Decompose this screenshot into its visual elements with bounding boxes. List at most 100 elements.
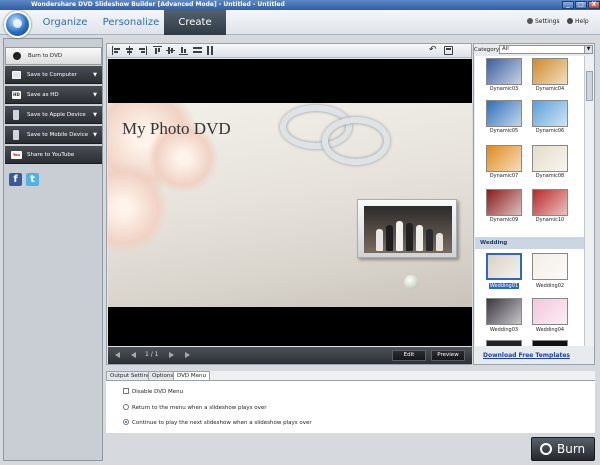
category-header-wedding: Wedding (475, 237, 584, 249)
template-thumb[interactable] (486, 100, 522, 127)
template-label: Dynamic04 (535, 86, 565, 92)
template-label: Wedding02 (535, 283, 565, 289)
ring-icon (322, 117, 390, 165)
template-label: Wedding03 (489, 327, 519, 333)
play-orb-icon[interactable] (404, 275, 418, 289)
maximize-button[interactable]: □ (575, 1, 587, 9)
output-sidebar: Burn to DVD Save to Computer ▼ HD Save a… (3, 38, 103, 461)
window-title: Wondershare DVD Slideshow Builder [Advan… (31, 1, 285, 8)
template-thumb[interactable] (486, 145, 522, 172)
sidebar-item-share-to-youtube[interactable]: You Share to YouTube (5, 146, 102, 164)
help-icon (567, 18, 573, 24)
save-icon[interactable] (444, 46, 453, 55)
chevron-down-icon: ▼ (93, 112, 97, 118)
prev-page-icon[interactable] (131, 352, 136, 358)
dvd-menu-title[interactable]: My Photo DVD (122, 119, 231, 139)
minimize-button[interactable]: _ (562, 1, 574, 9)
app-logo-icon (4, 11, 31, 38)
align-bottom-icon[interactable] (179, 46, 188, 55)
disable-menu-checkbox[interactable] (123, 388, 129, 394)
burn-label: Burn (557, 442, 586, 456)
preview-button[interactable]: Preview (431, 350, 465, 361)
template-thumb[interactable] (486, 298, 522, 325)
sidebar-item-label: Save to Computer (27, 72, 77, 78)
chevron-down-icon: ▼ (584, 46, 592, 53)
align-middle-icon[interactable] (166, 46, 175, 55)
disable-menu-option[interactable]: Disable DVD Menu (123, 388, 183, 395)
dvd-menu-options: Disable DVD Menu Return to the menu when… (106, 380, 595, 433)
hd-icon: HD (12, 91, 21, 99)
chevron-down-icon: ▼ (93, 92, 97, 98)
chevron-down-icon: ▼ (93, 72, 97, 78)
burn-button[interactable]: Burn (531, 437, 595, 461)
return-menu-option[interactable]: Return to the menu when a slideshow play… (123, 404, 267, 411)
sidebar-item-label: Share to YouTube (27, 152, 75, 158)
chevron-down-icon: ▼ (93, 132, 97, 138)
close-button[interactable]: X (588, 1, 600, 9)
template-thumb[interactable] (532, 100, 568, 127)
gallery-scrollbar[interactable] (584, 56, 594, 346)
category-select[interactable]: All ▼ (499, 45, 593, 54)
scrollbar-thumb[interactable] (586, 71, 593, 101)
template-label: Wedding04 (535, 327, 565, 333)
twitter-icon[interactable]: t (26, 173, 39, 186)
template-label: Wedding01 (488, 283, 520, 289)
sidebar-item-save-to-mobile-device[interactable]: Save to Mobile Device ▼ (5, 126, 102, 144)
sidebar-item-label: Burn to DVD (28, 53, 63, 59)
continue-play-option[interactable]: Continue to play the next slideshow when… (123, 419, 312, 426)
ipod-icon (13, 110, 19, 120)
option-label: Return to the menu when a slideshow play… (132, 405, 267, 411)
template-thumb[interactable] (486, 340, 522, 346)
help-button[interactable]: Help (567, 18, 589, 25)
disc-icon (13, 52, 21, 60)
photo-thumbnail-frame[interactable] (357, 199, 457, 258)
next-page-icon[interactable] (169, 352, 174, 358)
sidebar-item-label: Save to Mobile Device (27, 132, 89, 138)
sidebar-item-burn-to-dvd[interactable]: Burn to DVD (5, 47, 102, 65)
template-thumb[interactable] (532, 189, 568, 216)
align-top-icon[interactable] (153, 46, 162, 55)
template-thumb[interactable] (532, 340, 568, 346)
return-menu-radio[interactable] (123, 404, 129, 410)
first-page-icon[interactable] (115, 352, 120, 358)
settings-label: Settings (535, 18, 560, 25)
playback-bar: 1 / 1 Edit Preview (108, 347, 472, 364)
sidebar-item-save-to-computer[interactable]: Save to Computer ▼ (5, 66, 102, 84)
group-photo (364, 206, 452, 253)
last-page-icon[interactable] (185, 352, 190, 358)
sidebar-item-save-to-apple-device[interactable]: Save to Apple Device ▼ (5, 106, 102, 124)
settings-button[interactable]: Settings (527, 18, 560, 25)
template-gallery: Dynamic03 Dynamic04 Dynamic05 Dynamic06 … (475, 56, 584, 346)
edit-button[interactable]: Edit (392, 350, 426, 361)
template-thumb[interactable] (532, 298, 568, 325)
category-value: All (502, 46, 509, 52)
distribute-horizontal-icon[interactable] (193, 46, 202, 55)
settings-panel: Output Settings Options DVD Menu Disable… (106, 371, 595, 433)
template-label: Dynamic09 (489, 217, 519, 223)
tab-personalize[interactable]: Personalize (98, 10, 164, 35)
template-thumb[interactable] (486, 58, 522, 85)
option-label: Disable DVD Menu (132, 389, 184, 395)
template-thumb[interactable] (486, 189, 522, 216)
tab-create[interactable]: Create (164, 10, 226, 35)
align-center-icon[interactable] (125, 46, 134, 55)
wedding-menu-background: My Photo DVD (108, 103, 472, 307)
template-label: Dynamic10 (535, 217, 565, 223)
align-right-icon[interactable] (138, 46, 147, 55)
tab-organize[interactable]: Organize (32, 10, 98, 35)
template-thumb[interactable] (532, 145, 568, 172)
distribute-vertical-icon[interactable] (206, 46, 215, 55)
sidebar-item-label: Save as HD (27, 92, 59, 98)
sidebar-item-save-as-hd[interactable]: HD Save as HD ▼ (5, 86, 102, 104)
template-thumb-selected[interactable] (486, 253, 522, 280)
align-left-icon[interactable] (112, 46, 121, 55)
undo-icon[interactable]: ↶ (429, 46, 438, 55)
download-templates-link[interactable]: Download Free Templates (483, 352, 570, 359)
facebook-icon[interactable]: f (9, 173, 22, 186)
align-toolbar: ↶ (107, 44, 471, 58)
template-thumb[interactable] (532, 253, 568, 280)
mobile-icon (13, 130, 19, 140)
continue-play-radio[interactable] (123, 419, 129, 425)
template-thumb[interactable] (532, 58, 568, 85)
template-label: Dynamic06 (535, 128, 565, 134)
